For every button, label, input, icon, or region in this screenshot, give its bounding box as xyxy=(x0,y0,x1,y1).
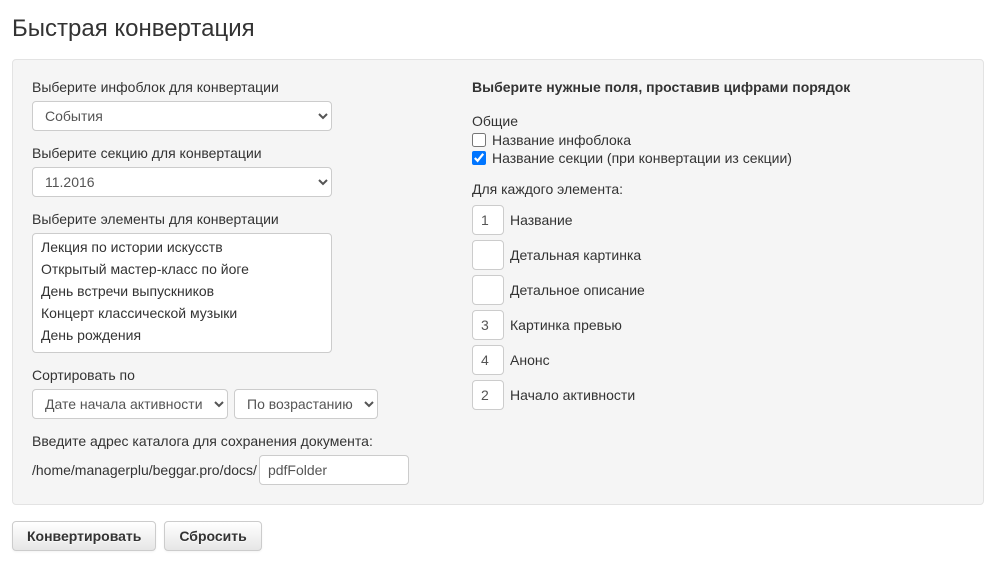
elements-label: Выберите элементы для конвертации xyxy=(32,211,452,227)
field-order-input[interactable] xyxy=(472,275,504,305)
section-label: Выберите секцию для конвертации xyxy=(32,145,452,161)
left-column: Выберите инфоблок для конвертации Событи… xyxy=(32,79,452,485)
sort-label: Сортировать по xyxy=(32,367,452,383)
field-order-input[interactable] xyxy=(472,380,504,410)
field-label: Анонс xyxy=(510,352,550,368)
per-element-heading: Для каждого элемента: xyxy=(472,181,964,197)
form-panel: Выберите инфоблок для конвертации Событи… xyxy=(12,59,984,505)
field-order-input[interactable] xyxy=(472,310,504,340)
section-name-label: Название секции (при конвертации из секц… xyxy=(492,150,792,166)
field-row: Картинка превью xyxy=(472,310,964,340)
field-label: Название xyxy=(510,212,573,228)
reset-button[interactable]: Сбросить xyxy=(164,521,261,551)
path-label: Введите адрес каталога для сохранения до… xyxy=(32,433,452,449)
sort-by-select[interactable]: Дате начала активности xyxy=(32,389,228,419)
elements-option[interactable]: Открытый мастер-класс по йоге xyxy=(33,258,331,280)
per-element-fields: Название Детальная картинка Детальное оп… xyxy=(472,205,964,410)
field-label: Детальная картинка xyxy=(510,247,641,263)
infoblock-select[interactable]: События xyxy=(32,101,332,131)
right-title: Выберите нужные поля, проставив цифрами … xyxy=(472,79,964,95)
path-prefix: /home/managerplu/beggar.pro/docs/ xyxy=(32,462,257,478)
field-label: Картинка превью xyxy=(510,317,622,333)
section-select[interactable]: 11.2016 xyxy=(32,167,332,197)
elements-option[interactable]: День встречи выпускников xyxy=(33,280,331,302)
path-input[interactable] xyxy=(259,455,409,485)
infoblock-name-label: Название инфоблока xyxy=(492,132,631,148)
page-title: Быстрая конвертация xyxy=(12,15,984,43)
field-row: Анонс xyxy=(472,345,964,375)
field-row: Начало активности xyxy=(472,380,964,410)
field-row: Детальная картинка xyxy=(472,240,964,270)
field-row: Название xyxy=(472,205,964,235)
convert-button[interactable]: Конвертировать xyxy=(12,521,156,551)
infoblock-name-checkbox[interactable] xyxy=(472,133,486,147)
infoblock-label: Выберите инфоблок для конвертации xyxy=(32,79,452,95)
elements-multiselect[interactable]: Лекция по истории искусств Открытый маст… xyxy=(32,233,332,353)
section-name-checkbox[interactable] xyxy=(472,151,486,165)
field-label: Детальное описание xyxy=(510,282,645,298)
elements-option[interactable]: День рождения xyxy=(33,324,331,346)
elements-option[interactable]: Концерт классической музыки xyxy=(33,302,331,324)
right-column: Выберите нужные поля, проставив цифрами … xyxy=(472,79,964,485)
sort-order-select[interactable]: По возрастанию xyxy=(234,389,378,419)
field-order-input[interactable] xyxy=(472,205,504,235)
field-order-input[interactable] xyxy=(472,240,504,270)
common-heading: Общие xyxy=(472,113,964,129)
field-label: Начало активности xyxy=(510,387,635,403)
field-row: Детальное описание xyxy=(472,275,964,305)
field-order-input[interactable] xyxy=(472,345,504,375)
buttons-row: Конвертировать Сбросить xyxy=(12,521,984,551)
elements-option[interactable]: Лекция по истории искусств xyxy=(33,236,331,258)
